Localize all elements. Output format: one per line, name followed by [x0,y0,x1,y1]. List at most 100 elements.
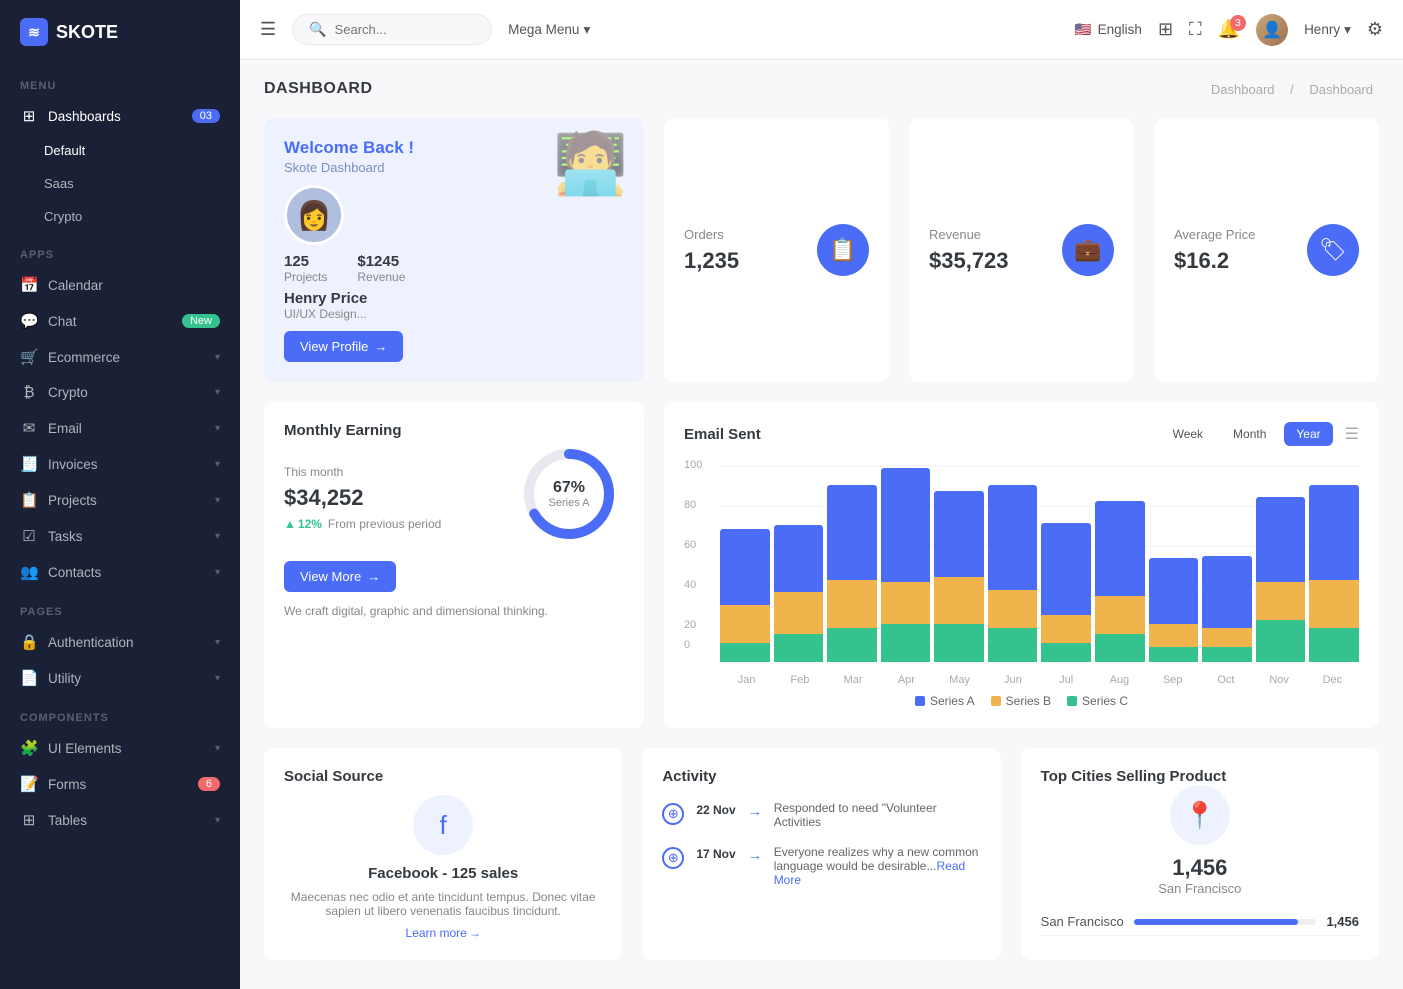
sidebar-item-forms[interactable]: 📝 Forms 6 [0,766,240,802]
notifications-button[interactable]: 🔔 3 [1218,19,1240,40]
learn-more-link[interactable]: Learn more → [284,926,602,940]
sidebar: ≋ SKOTE MENU ⊞ Dashboards 03 Default Saa… [0,0,240,989]
read-more-link[interactable]: Read More [774,859,965,887]
bar-group-10 [1256,497,1306,662]
ecommerce-icon: 🛒 [20,348,38,366]
bar-seg-c-8 [1149,647,1199,662]
language-selector[interactable]: 🇺🇸 English [1075,22,1142,38]
sidebar-item-ecommerce[interactable]: 🛒 Ecommerce ▾ [0,339,240,375]
sidebar-item-saas[interactable]: Saas [0,167,240,200]
grid-view-button[interactable]: ⊞ [1158,19,1173,40]
sidebar-item-default[interactable]: Default [0,134,240,167]
social-title: Social Source [284,768,602,785]
sidebar-item-contacts[interactable]: 👥 Contacts ▾ [0,554,240,590]
sidebar-item-email[interactable]: ✉ Email ▾ [0,410,240,446]
bar-seg-b-2 [827,580,877,628]
bar-seg-a-2 [827,485,877,580]
sidebar-item-crypto[interactable]: Crypto [0,200,240,233]
chevron-down-icon3: ▾ [215,423,220,434]
activity-arrow-2: → [748,847,762,863]
monthly-left: This month $34,252 ▲ 12% From previous p… [284,457,441,531]
bar-seg-c-4 [934,624,984,662]
sidebar-item-chat-label: Chat [48,314,77,329]
projects-stat: 125 Projects [284,253,327,284]
monthly-period: This month [284,465,441,479]
user-menu-button[interactable]: Henry ▾ [1304,22,1351,38]
sidebar-item-ui-elements[interactable]: 🧩 UI Elements ▾ [0,730,240,766]
hamburger-menu-button[interactable]: ☰ [260,19,276,40]
fullscreen-button[interactable]: ⛶ [1189,19,1202,40]
chart-menu-icon[interactable]: ☰ [1345,424,1359,444]
x-label-2: Mar [827,674,880,686]
sidebar-item-tables-label: Tables [48,813,87,828]
avg-price-info: Average Price $16.2 [1174,227,1255,274]
dashboards-badge: 03 [192,109,220,123]
top-cities-card: Top Cities Selling Product 📍 1,456 San F… [1021,748,1379,960]
sidebar-item-tasks[interactable]: ☑ Tasks ▾ [0,518,240,554]
sidebar-item-projects-label: Projects [48,493,97,508]
bar-group-4 [934,491,984,662]
sidebar-item-crypto-apps[interactable]: ₿ Crypto ▾ [0,375,240,410]
x-label-11: Dec [1306,674,1359,686]
svg-text:100: 100 [684,459,702,471]
cities-title: Top Cities Selling Product [1041,768,1359,785]
search-input[interactable] [335,22,465,37]
bar-chart-container: 100 80 60 40 20 0 [684,456,1359,686]
orders-label: Orders [684,227,739,242]
cities-icon-wrap: 📍 [1170,785,1230,845]
learn-more-arrow-icon: → [469,926,481,940]
sidebar-item-utility[interactable]: 📄 Utility ▾ [0,660,240,696]
sidebar-item-dashboards[interactable]: ⊞ Dashboards 03 [0,98,240,134]
view-more-button[interactable]: View More → [284,561,396,592]
activity-icon-2: ⊕ [662,847,684,869]
donut-series: Series A [549,497,590,509]
tab-year[interactable]: Year [1284,422,1332,446]
avg-price-stat-card: Average Price $16.2 🏷 [1154,118,1379,382]
sidebar-item-calendar[interactable]: 📅 Calendar [0,267,240,303]
components-section-label: COMPONENTS [0,696,240,730]
flag-icon: 🇺🇸 [1075,22,1092,38]
facebook-icon-wrap: f [413,795,473,855]
view-profile-button[interactable]: View Profile → [284,331,403,362]
bar-group-5 [988,485,1038,662]
monthly-amount: $34,252 [284,485,441,511]
orders-value: 1,235 [684,248,739,274]
monthly-change: ▲ 12% From previous period [284,517,441,531]
svg-text:60: 60 [684,539,696,551]
change-label: From previous period [328,517,441,531]
tab-month[interactable]: Month [1221,422,1278,446]
legend-series-c: Series C [1067,694,1128,708]
main-area: ☰ 🔍 Mega Menu ▾ 🇺🇸 English ⊞ ⛶ 🔔 3 👤 [240,0,1403,989]
activity-list: ⊕ 22 Nov → Responded to need "Volunteer … [662,801,980,887]
activity-text-2: Everyone realizes why a new common langu… [774,845,981,887]
mega-menu-button[interactable]: Mega Menu ▾ [508,22,590,38]
x-label-7: Aug [1093,674,1146,686]
sidebar-item-projects[interactable]: 📋 Projects ▾ [0,482,240,518]
sidebar-item-chat[interactable]: 💬 Chat New [0,303,240,339]
activity-date-2: 17 Nov [696,847,735,861]
settings-button[interactable]: ⚙ [1367,19,1383,40]
ui-elements-icon: 🧩 [20,739,38,757]
revenue-stat: $1245 Revenue [357,253,405,284]
avg-price-label: Average Price [1174,227,1255,242]
bar-group-2 [827,485,877,662]
bar-seg-b-8 [1149,624,1199,647]
svg-text:0: 0 [684,639,690,651]
bar-seg-a-8 [1149,558,1199,625]
legend-a-color [915,696,925,706]
bar-seg-a-11 [1309,485,1359,580]
sidebar-item-invoices[interactable]: 🧾 Invoices ▾ [0,446,240,482]
avg-price-icon: 🏷 [1307,224,1359,276]
legend-c-color [1067,696,1077,706]
sidebar-item-email-label: Email [48,421,82,436]
logo-icon: ≋ [20,18,48,46]
crypto-icon: ₿ [20,384,38,401]
bar-seg-a-4 [934,491,984,577]
sidebar-item-authentication[interactable]: 🔒 Authentication ▾ [0,624,240,660]
tab-week[interactable]: Week [1161,422,1215,446]
sidebar-item-tables[interactable]: ⊞ Tables ▾ [0,802,240,838]
x-label-4: May [933,674,986,686]
email-chart-title: Email Sent [684,426,761,443]
bar-seg-c-7 [1095,634,1145,663]
arrow-right-icon: → [374,339,387,354]
